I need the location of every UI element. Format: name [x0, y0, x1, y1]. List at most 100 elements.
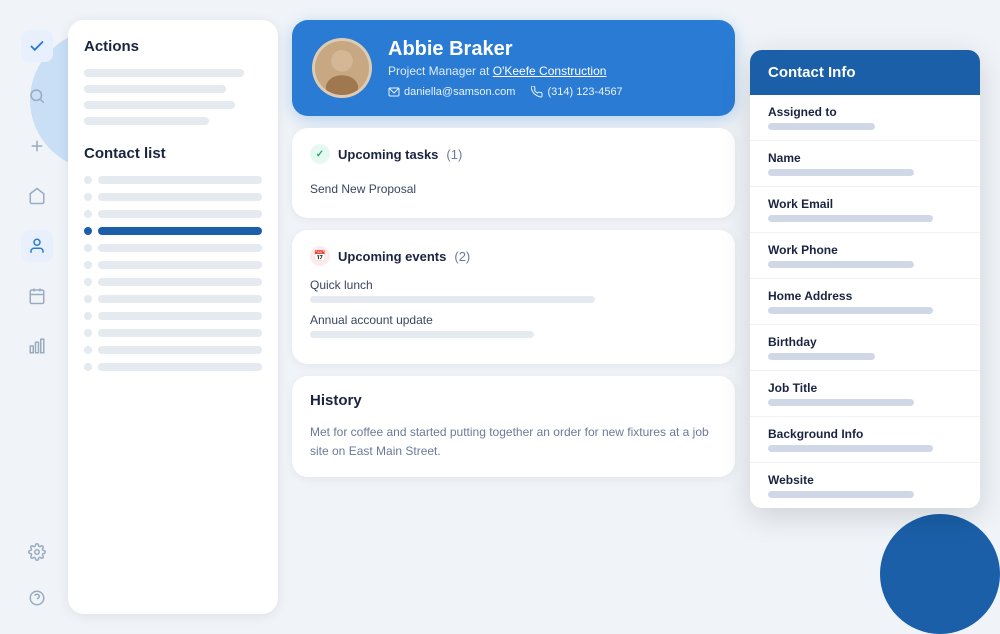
- contact-info-job-title[interactable]: Job Title: [750, 371, 980, 417]
- event-item[interactable]: Annual account update: [310, 313, 717, 338]
- history-text: Met for coffee and started putting toget…: [310, 423, 717, 461]
- contact-dot: [84, 244, 92, 252]
- contact-info-value: [768, 353, 875, 360]
- contact-dot: [84, 312, 92, 320]
- events-count: (2): [454, 249, 470, 264]
- contact-info-value: [768, 445, 933, 452]
- list-item[interactable]: [84, 244, 262, 252]
- event-skeleton: [310, 331, 534, 338]
- events-title: 📅 Upcoming events (2): [310, 246, 717, 266]
- contact-info-value: [768, 261, 914, 268]
- tasks-title: ✓ Upcoming tasks (1): [310, 144, 717, 164]
- nav-icon-settings[interactable]: [21, 536, 53, 568]
- list-item[interactable]: [84, 329, 262, 337]
- contact-info-value: [768, 123, 875, 130]
- history-card: History Met for coffee and started putti…: [292, 376, 735, 477]
- actions-title: Actions: [84, 38, 262, 55]
- contact-line: [98, 363, 262, 371]
- tasks-card: ✓ Upcoming tasks (1) Send New Proposal: [292, 128, 735, 218]
- contact-line: [98, 193, 262, 201]
- list-item[interactable]: [84, 346, 262, 354]
- list-item[interactable]: [84, 210, 262, 218]
- contact-line: [98, 329, 262, 337]
- avatar: [312, 38, 372, 98]
- contact-line: [98, 278, 262, 286]
- nav-icon-home[interactable]: [21, 180, 53, 212]
- list-item[interactable]: [84, 227, 262, 235]
- contact-line: [98, 176, 262, 184]
- contact-dot-active: [84, 227, 92, 235]
- tasks-count: (1): [446, 147, 462, 162]
- action-skeleton-3: [84, 101, 235, 109]
- contact-dot: [84, 261, 92, 269]
- event-item[interactable]: Quick lunch: [310, 278, 717, 303]
- contact-info-value: [768, 399, 914, 406]
- list-item[interactable]: [84, 193, 262, 201]
- nav-icon-search[interactable]: [21, 80, 53, 112]
- event-skeleton: [310, 296, 595, 303]
- nav-icon-help[interactable]: [21, 582, 53, 614]
- profile-email: daniella@samson.com: [404, 86, 515, 98]
- profile-title: Project Manager at O'Keefe Construction: [388, 64, 715, 78]
- action-skeleton-2: [84, 85, 226, 93]
- profile-phone: (314) 123-4567: [547, 86, 622, 98]
- contact-info-value: [768, 169, 914, 176]
- tasks-icon: ✓: [310, 144, 330, 164]
- contact-dot: [84, 176, 92, 184]
- events-icon: 📅: [310, 246, 330, 266]
- contact-info-name[interactable]: Name: [750, 141, 980, 187]
- contact-info-assigned-to[interactable]: Assigned to: [750, 95, 980, 141]
- action-skeleton-4: [84, 117, 209, 125]
- contact-dot: [84, 278, 92, 286]
- contact-list-title: Contact list: [84, 145, 262, 162]
- nav-icon-add[interactable]: [21, 130, 53, 162]
- history-title: History: [310, 392, 717, 409]
- contact-list-section: Contact list: [84, 145, 262, 371]
- list-item[interactable]: [84, 363, 262, 371]
- phone-contact: (314) 123-4567: [531, 86, 622, 98]
- contact-line: [98, 312, 262, 320]
- contact-info-work-email[interactable]: Work Email: [750, 187, 980, 233]
- contact-info-birthday[interactable]: Birthday: [750, 325, 980, 371]
- contact-dot: [84, 363, 92, 371]
- contact-info-value: [768, 491, 914, 498]
- left-panel: Actions Contact list: [68, 20, 278, 614]
- list-item[interactable]: [84, 261, 262, 269]
- contact-line: [98, 295, 262, 303]
- task-item[interactable]: Send New Proposal: [310, 176, 717, 202]
- company-link[interactable]: O'Keefe Construction: [493, 64, 607, 78]
- contact-dot: [84, 295, 92, 303]
- contact-info-website[interactable]: Website: [750, 463, 980, 508]
- list-item[interactable]: [84, 312, 262, 320]
- bg-circle-blue2: [880, 514, 1000, 634]
- nav-icon-contacts[interactable]: [21, 230, 53, 262]
- contact-line-active: [98, 227, 262, 235]
- contact-line: [98, 244, 262, 252]
- profile-card: Abbie Braker Project Manager at O'Keefe …: [292, 20, 735, 116]
- contact-dot: [84, 346, 92, 354]
- main-content: Abbie Braker Project Manager at O'Keefe …: [292, 20, 735, 614]
- contact-info-header: Contact Info: [750, 50, 980, 95]
- contact-info-value: [768, 215, 933, 222]
- contact-dot: [84, 210, 92, 218]
- contact-info-background-info[interactable]: Background Info: [750, 417, 980, 463]
- contact-info-home-address[interactable]: Home Address: [750, 279, 980, 325]
- list-item[interactable]: [84, 176, 262, 184]
- contact-dot: [84, 329, 92, 337]
- contact-info-value: [768, 307, 933, 314]
- profile-name: Abbie Braker: [388, 38, 715, 61]
- profile-info: Abbie Braker Project Manager at O'Keefe …: [388, 38, 715, 98]
- contact-info-panel: Contact Info Assigned to Name Work Email…: [750, 50, 980, 508]
- contact-line: [98, 346, 262, 354]
- list-item[interactable]: [84, 295, 262, 303]
- list-item[interactable]: [84, 278, 262, 286]
- contact-info-work-phone[interactable]: Work Phone: [750, 233, 980, 279]
- email-contact: daniella@samson.com: [388, 86, 515, 98]
- events-card: 📅 Upcoming events (2) Quick lunch Annual…: [292, 230, 735, 364]
- contact-dot: [84, 193, 92, 201]
- contact-line: [98, 210, 262, 218]
- profile-contacts: daniella@samson.com (314) 123-4567: [388, 86, 715, 98]
- nav-icon-calendar[interactable]: [21, 280, 53, 312]
- nav-icon-chart[interactable]: [21, 330, 53, 362]
- nav-icon-check[interactable]: [21, 30, 53, 62]
